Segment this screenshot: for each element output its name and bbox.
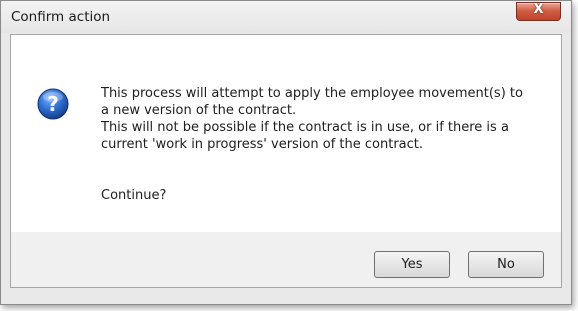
message-area: ? This process will attempt to apply the…	[11, 35, 561, 232]
continue-prompt: Continue?	[101, 188, 167, 203]
message-line: current 'work in progress' version of th…	[101, 137, 424, 152]
dialog-title: Confirm action	[11, 9, 111, 25]
message-line: This process will attempt to apply the e…	[101, 86, 523, 101]
yes-button[interactable]: Yes	[374, 251, 450, 278]
title-bar[interactable]: Confirm action X	[1, 1, 571, 33]
close-button[interactable]: X	[516, 2, 561, 21]
svg-text:?: ?	[47, 92, 59, 116]
question-icon: ?	[37, 88, 69, 120]
message-line: a new version of the contract.	[101, 103, 297, 118]
no-button[interactable]: No	[468, 251, 544, 278]
close-icon: X	[533, 2, 544, 17]
message-text: This process will attempt to apply the e…	[101, 85, 551, 153]
confirm-dialog: Confirm action X ? This process will att…	[0, 0, 572, 305]
message-line: This will not be possible if the contrac…	[101, 120, 509, 135]
dialog-body: ? This process will attempt to apply the…	[10, 34, 562, 288]
